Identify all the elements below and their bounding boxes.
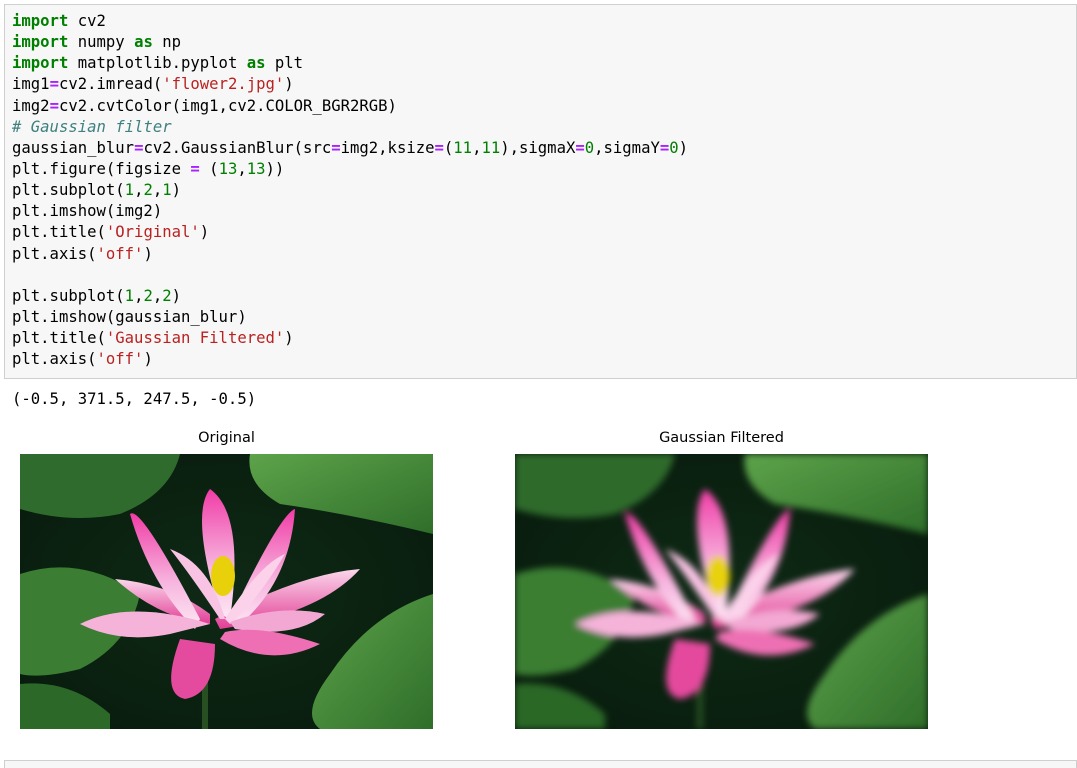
code-token: as (134, 33, 153, 52)
cell-output-text: (-0.5, 371.5, 247.5, -0.5) (12, 390, 257, 408)
code-token: numpy (68, 33, 135, 52)
code-token: plt (265, 54, 304, 73)
code-token: # Gaussian filter (12, 117, 172, 136)
code-token: 'off' (96, 244, 144, 263)
code-token: , (152, 286, 163, 305)
lotus-flower-image (20, 454, 433, 729)
code-token: = (331, 138, 341, 157)
code-token: import (12, 12, 69, 30)
code-token: = (575, 138, 585, 157)
code-token: 'off' (96, 350, 144, 369)
code-token: 0 (669, 138, 679, 157)
code-line: gaussian_blur=cv2.GaussianBlur(src=img2,… (12, 138, 1076, 159)
code-token: ) (199, 223, 210, 242)
code-token: ) (171, 286, 182, 305)
code-token: 1 (124, 286, 135, 305)
code-token: plt.axis( (12, 244, 97, 263)
code-line: plt.imshow(gaussian_blur) (12, 307, 1076, 328)
code-cell-input[interactable]: import cv2 import numpy as np import matpl… (4, 4, 1077, 379)
right-plot-title: Gaussian Filtered (659, 430, 784, 446)
code-token: cv2.imread( (58, 75, 163, 94)
next-code-cell[interactable] (4, 760, 1077, 768)
code-token: )) (265, 159, 285, 178)
code-token: img2,ksize (340, 138, 435, 157)
code-line: img1=cv2.imread('flower2.jpg') (12, 74, 1076, 95)
code-token: 11 (481, 138, 501, 157)
code-token: ) (284, 75, 294, 94)
code-token: ( (443, 138, 454, 157)
code-token: 13 (246, 159, 266, 178)
code-token: 2 (143, 181, 153, 200)
code-token: plt.imshow(img2) (12, 202, 163, 221)
code-token: img2 (12, 96, 50, 115)
notebook: import cv2 import numpy as np import matpl… (0, 0, 1077, 768)
code-token: cv2.cvtColor(img1,cv2.COLOR_BGR2RGB) (58, 96, 397, 115)
lotus-flower-blurred-image (515, 454, 928, 729)
code-line: plt.figure(figsize = (13,13)) (12, 159, 1076, 180)
code-token: 0 (584, 138, 595, 157)
code-line: import numpy as np (12, 32, 1076, 53)
code-token: 13 (218, 159, 238, 178)
code-line: import matplotlib.pyplot as plt (12, 53, 1076, 74)
code-token: 'Gaussian Filtered' (105, 329, 285, 348)
code-line: plt.axis('off') (12, 244, 1076, 265)
left-plot-title: Original (198, 430, 255, 446)
code-line: import cv2 (12, 11, 1076, 32)
code-token: 11 (453, 138, 473, 157)
code-token: plt.axis( (12, 350, 97, 369)
code-token: ) (171, 181, 182, 200)
code-token: plt.subplot( (12, 286, 125, 305)
code-token: import (12, 33, 69, 52)
code-token: 'flower2.jpg' (162, 75, 285, 94)
code-token: import (12, 54, 69, 73)
code-token: ,sigmaY (594, 138, 660, 157)
code-token: 1 (162, 181, 172, 200)
original-image (20, 454, 433, 729)
code-token: = (190, 159, 200, 178)
code-token: ),sigmaX (500, 138, 576, 157)
code-line: plt.subplot(1,2,1) (12, 180, 1076, 201)
code-token: = (434, 138, 444, 157)
code-token: ) (284, 329, 294, 348)
code-token: 1 (124, 181, 135, 200)
code-token: cv2 (68, 12, 106, 30)
code-token: matplotlib.pyplot (68, 54, 247, 73)
code-token: plt.subplot( (12, 181, 125, 200)
code-token: gaussian_blur (12, 138, 135, 157)
code-line: plt.title('Gaussian Filtered') (12, 328, 1076, 349)
code-token: ) (678, 138, 689, 157)
code-line: plt.imshow(img2) (12, 201, 1076, 222)
code-token: 'Original' (105, 223, 200, 242)
code-line: plt.axis('off') (12, 349, 1076, 370)
code-token: ( (199, 159, 219, 178)
code-token: 2 (162, 286, 172, 305)
code-line: img2=cv2.cvtColor(img1,cv2.COLOR_BGR2RGB… (12, 96, 1076, 117)
code-token: as (246, 54, 266, 73)
code-token: plt.imshow(gaussian_blur) (12, 307, 247, 326)
code-token: = (49, 96, 59, 115)
code-token: plt.figure(figsize (12, 159, 191, 178)
code-line: plt.title('Original') (12, 222, 1076, 243)
code-token: = (49, 75, 59, 94)
code-token: np (152, 33, 182, 52)
code-token: 2 (143, 286, 153, 305)
code-token: plt.title( (12, 329, 106, 348)
code-token: img1 (12, 75, 50, 94)
gaussian-filtered-image (515, 454, 928, 729)
code-token: , (237, 159, 247, 178)
code-token: plt.title( (12, 223, 106, 242)
code-line: # Gaussian filter (12, 117, 1076, 138)
code-token: = (659, 138, 670, 157)
code-line: plt.subplot(1,2,2) (12, 286, 1076, 307)
code-token: cv2.GaussianBlur(src (143, 138, 332, 157)
code-token: , (152, 181, 163, 200)
code-token: ) (143, 350, 153, 369)
code-token: ) (143, 244, 153, 263)
